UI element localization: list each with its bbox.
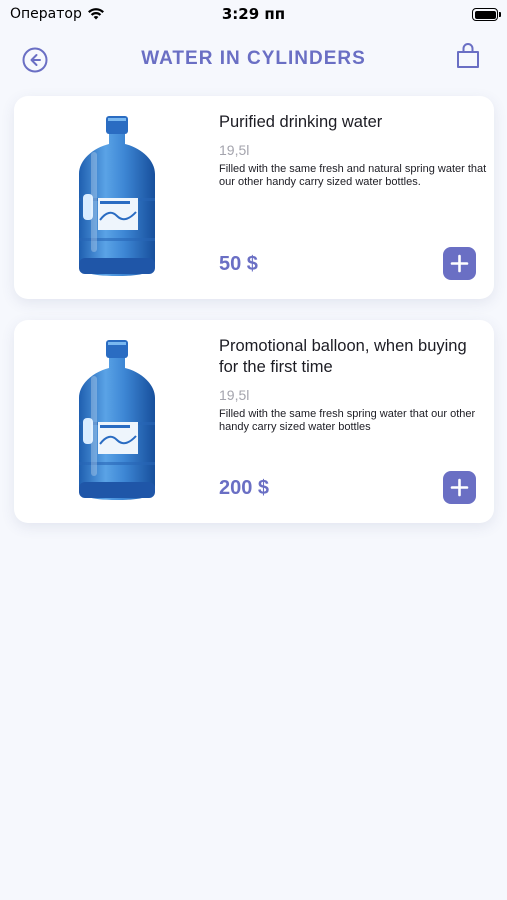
product-name: Promotional balloon, when buying for the… bbox=[219, 337, 467, 376]
product-volume: 19,5l bbox=[219, 142, 250, 158]
plus-icon bbox=[450, 478, 469, 497]
product-description: Filled with the same fresh spring water … bbox=[219, 408, 476, 433]
battery-cap bbox=[499, 12, 501, 17]
product-name: Purified drinking water bbox=[219, 113, 383, 131]
add-to-cart-button[interactable] bbox=[443, 247, 476, 280]
product-volume: 19,5l bbox=[219, 387, 250, 403]
product-price: 200 $ bbox=[219, 477, 270, 499]
water-cylinder-image bbox=[79, 116, 155, 276]
product-price: 50 $ bbox=[219, 253, 258, 275]
battery-icon bbox=[472, 8, 498, 21]
add-to-cart-button[interactable] bbox=[443, 471, 476, 504]
product-card[interactable]: Promotional balloon, when buying for the… bbox=[14, 320, 494, 523]
status-time: 3:29 пп bbox=[221, 5, 286, 23]
product-description: Filled with the same fresh and natural s… bbox=[219, 163, 487, 188]
shopping-bag-icon bbox=[457, 43, 479, 68]
cart-button[interactable] bbox=[455, 42, 481, 70]
plus-icon bbox=[450, 254, 469, 273]
product-card[interactable]: Purified drinking water 19,5l Filled wit… bbox=[14, 96, 494, 299]
status-bar: Оператор 3:29 пп bbox=[0, 0, 507, 28]
page-title: WATER IN CYLINDERS bbox=[141, 48, 366, 69]
screen: Оператор 3:29 пп WATER IN CYLINDERS Puri… bbox=[0, 0, 507, 900]
water-cylinder-image bbox=[79, 340, 155, 500]
